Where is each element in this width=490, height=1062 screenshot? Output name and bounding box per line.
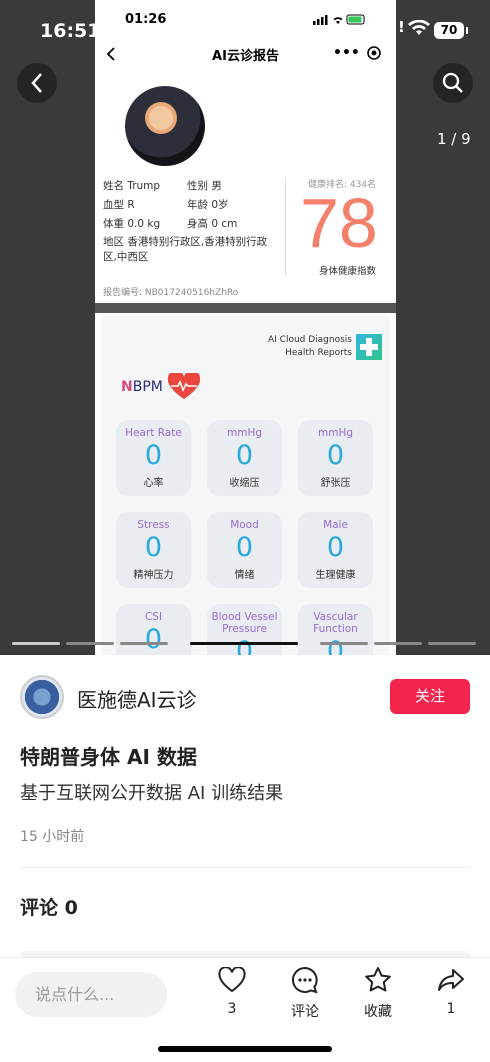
metric-title: Male bbox=[323, 519, 348, 531]
home-indicator bbox=[158, 1046, 332, 1052]
image-counter: 1 / 9 bbox=[437, 130, 471, 148]
cloud-text-1: AI Cloud Diagnosis bbox=[268, 335, 352, 345]
metric-tile: mmHg 0 收缩压 bbox=[207, 420, 282, 496]
comments-heading: 评论 0 bbox=[20, 897, 78, 919]
cloud-text-2: Health Reports bbox=[285, 348, 352, 358]
info-name: 姓名 Trump bbox=[103, 180, 161, 192]
post-description: 基于互联网公开数据 AI 训练结果 bbox=[20, 783, 284, 804]
metric-value: 0 bbox=[235, 440, 254, 471]
avatar bbox=[125, 86, 205, 166]
logo-text: BPM bbox=[132, 379, 163, 395]
like-count: 3 bbox=[227, 1001, 237, 1017]
phone-status-time: 01:26 bbox=[125, 12, 167, 27]
medical-cross-icon bbox=[356, 334, 382, 360]
metric-title: Heart Rate bbox=[125, 427, 182, 439]
metric-tile: CSI 0 bbox=[116, 604, 191, 655]
more-icon: ••• bbox=[333, 45, 360, 61]
report-screenshot: 01:26 AI云诊报告 ••• 姓名 Trump 性别 男 血型 R 年龄 0… bbox=[95, 0, 396, 655]
metric-value: 0 bbox=[235, 636, 254, 656]
os-signal-icon: ! bbox=[398, 18, 405, 36]
post-time: 15 小时前 bbox=[20, 829, 85, 845]
info-weight: 体重 0.0 kg bbox=[103, 218, 161, 230]
metric-tile: Male 0 生理健康 bbox=[298, 512, 373, 588]
os-clock: 16:51 bbox=[40, 20, 101, 42]
carousel-indicator bbox=[0, 642, 490, 646]
share-count: 1 bbox=[446, 1001, 456, 1017]
share-button[interactable] bbox=[431, 964, 471, 996]
metric-title: Stress bbox=[137, 519, 170, 531]
phone-signal-icon bbox=[313, 13, 367, 28]
comment-icon bbox=[292, 966, 318, 994]
metric-value: 0 bbox=[235, 532, 254, 563]
star-icon bbox=[365, 967, 391, 992]
metric-title: mmHg bbox=[226, 427, 263, 439]
metric-label: 情绪 bbox=[234, 570, 255, 581]
follow-button[interactable]: 关注 bbox=[390, 679, 470, 714]
metric-value: 0 bbox=[144, 532, 163, 563]
divider bbox=[20, 867, 470, 868]
section-divider bbox=[95, 303, 396, 313]
info-region: 地区 香港特别行政区,香港特别行政区,中西区 bbox=[103, 236, 268, 263]
collect-button[interactable] bbox=[358, 964, 398, 996]
heart-pulse-icon bbox=[168, 370, 201, 399]
metric-tile: Vascular Function 0 bbox=[298, 604, 373, 655]
os-battery-indicator: 70 bbox=[434, 22, 468, 39]
post-title: 特朗普身体 AI 数据 bbox=[20, 745, 197, 769]
bpm-logo: NBPM bbox=[121, 370, 201, 401]
metric-value: 0 bbox=[326, 532, 345, 563]
metric-title: Blood Vessel Pressure bbox=[211, 611, 278, 635]
metric-label: 舒张压 bbox=[320, 478, 351, 489]
metrics-card: AI Cloud Diagnosis Health Reports NBPM H… bbox=[101, 316, 390, 655]
back-button[interactable] bbox=[17, 63, 57, 103]
info-blood: 血型 R bbox=[103, 199, 135, 211]
metric-label: 心率 bbox=[143, 478, 164, 489]
metric-tile: Heart Rate 0 心率 bbox=[116, 420, 191, 496]
os-wifi-icon bbox=[408, 19, 430, 40]
image-viewer[interactable]: 16:51 ! 70 1 / 9 01:26 AI云诊报告 ••• 姓名 Tru… bbox=[0, 0, 490, 655]
heart-icon bbox=[218, 967, 246, 993]
metric-title: mmHg bbox=[317, 427, 354, 439]
metric-title: Vascular Function bbox=[313, 611, 358, 635]
metric-value: 0 bbox=[144, 624, 163, 655]
metric-value: 0 bbox=[326, 636, 345, 656]
author-avatar[interactable] bbox=[20, 675, 64, 719]
metric-tile: Mood 0 情绪 bbox=[207, 512, 282, 588]
metric-label: 生理健康 bbox=[315, 570, 356, 581]
metric-value: 0 bbox=[144, 440, 163, 471]
metric-label: 精神压力 bbox=[133, 570, 174, 581]
share-icon bbox=[438, 969, 464, 991]
close-target-icon bbox=[367, 46, 381, 60]
search-icon bbox=[442, 72, 463, 93]
metric-tile: Blood Vessel Pressure 0 bbox=[207, 604, 282, 655]
health-score: 78 bbox=[300, 184, 378, 262]
chevron-left-icon bbox=[31, 73, 42, 93]
metric-tile: Stress 0 精神压力 bbox=[116, 512, 191, 588]
metric-title: Mood bbox=[230, 519, 259, 531]
info-height: 身高 0 cm bbox=[187, 218, 238, 230]
cloud-diagnosis-text: AI Cloud Diagnosis Health Reports bbox=[268, 334, 352, 360]
metric-tile: mmHg 0 舒张压 bbox=[298, 420, 373, 496]
report-number: 报告编号: NB017240516hZhRo bbox=[103, 288, 239, 298]
info-age: 年龄 0岁 bbox=[187, 199, 229, 211]
metric-title: CSI bbox=[144, 611, 163, 623]
health-score-caption: 身体健康指数 bbox=[319, 266, 377, 277]
author-name[interactable]: 医施德AI云诊 bbox=[77, 684, 197, 713]
metric-label: 收缩压 bbox=[229, 478, 260, 489]
collect-label: 收藏 bbox=[364, 1004, 392, 1020]
comment-button[interactable] bbox=[285, 964, 325, 996]
metric-value: 0 bbox=[326, 440, 345, 471]
info-gender: 性别 男 bbox=[187, 180, 222, 192]
divider bbox=[285, 178, 286, 276]
search-button[interactable] bbox=[433, 63, 473, 103]
comment-input[interactable]: 说点什么... bbox=[15, 972, 167, 1017]
like-button[interactable] bbox=[212, 964, 252, 996]
comment-label: 评论 bbox=[291, 1004, 319, 1020]
